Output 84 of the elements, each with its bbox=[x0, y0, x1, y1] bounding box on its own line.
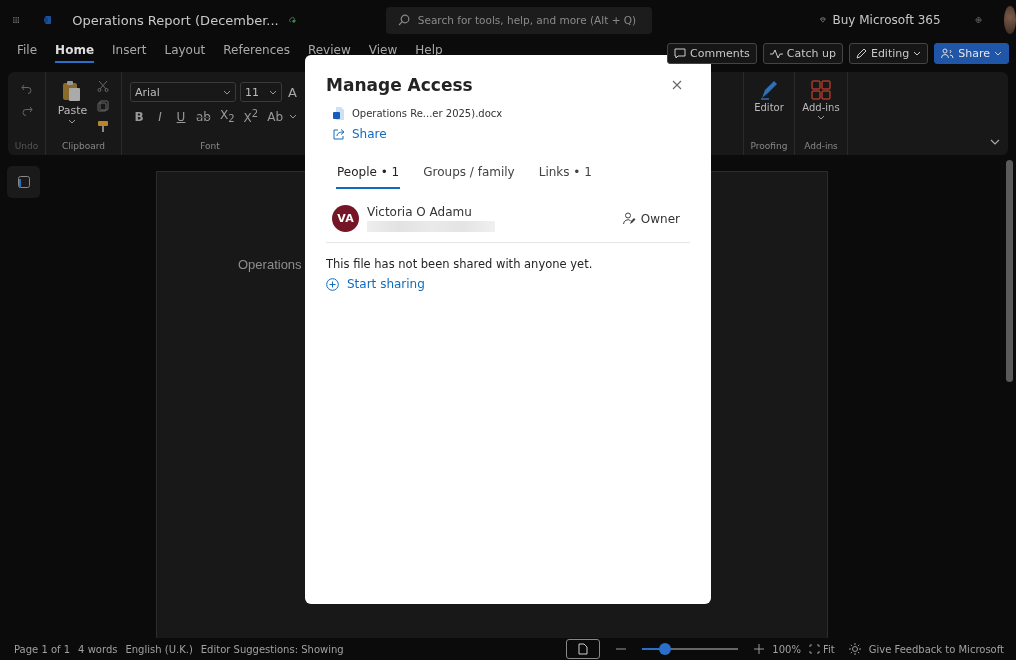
caret-icon bbox=[994, 51, 1002, 56]
format-button[interactable]: B bbox=[130, 109, 148, 124]
format-button[interactable]: X$_{2}$ bbox=[217, 108, 238, 125]
caret-icon[interactable] bbox=[289, 114, 298, 119]
clipboard-icon bbox=[62, 80, 83, 102]
dialog-tab[interactable]: Links • 1 bbox=[537, 161, 593, 189]
pencil-icon bbox=[855, 48, 867, 59]
zoom-in-icon[interactable] bbox=[754, 644, 765, 654]
search-icon bbox=[397, 13, 410, 26]
buy-link[interactable]: Buy Microsoft 365 bbox=[832, 13, 941, 27]
page-count: Page 1 of 1 bbox=[14, 643, 71, 655]
font-name-dropdown[interactable]: Arial bbox=[130, 82, 236, 102]
panel-icon bbox=[17, 176, 30, 188]
comment-icon bbox=[674, 48, 687, 59]
redo-icon[interactable] bbox=[20, 106, 33, 116]
scrollbar-thumb[interactable] bbox=[1006, 160, 1013, 382]
file-name: Operations Re...er 2025).docx bbox=[352, 108, 503, 119]
dialog-title: Manage Access bbox=[326, 75, 473, 95]
grow-font-button[interactable]: A bbox=[286, 84, 299, 100]
catch-up-button[interactable]: Catch up bbox=[762, 43, 843, 64]
font-size-dropdown[interactable]: 11 bbox=[240, 82, 282, 102]
word-count: 4 words bbox=[78, 643, 118, 655]
group-label: Clipboard bbox=[62, 141, 105, 151]
group-label: Proofing bbox=[750, 141, 788, 151]
word-file-icon bbox=[333, 107, 344, 120]
menu-tab[interactable]: File bbox=[17, 43, 38, 63]
format-button[interactable]: I bbox=[151, 109, 169, 124]
share-button[interactable]: Share bbox=[934, 43, 1009, 64]
start-sharing-link[interactable]: Start sharing bbox=[326, 277, 425, 291]
person-name: Victoria O Adamu bbox=[367, 205, 473, 219]
menu-tab[interactable]: References bbox=[223, 43, 290, 63]
menu-tab[interactable]: Insert bbox=[112, 43, 147, 63]
format-painter-icon[interactable] bbox=[97, 120, 110, 133]
navigation-pane-button[interactable] bbox=[7, 166, 40, 198]
print-layout-button[interactable] bbox=[566, 639, 601, 659]
format-button[interactable]: Ab bbox=[264, 109, 287, 124]
dialog-tab[interactable]: Groups / family bbox=[422, 161, 516, 189]
page-icon bbox=[578, 643, 589, 655]
group-label: Add-ins bbox=[804, 141, 838, 151]
close-icon[interactable] bbox=[672, 80, 682, 90]
zoom-percentage[interactable]: 100% bbox=[772, 643, 801, 655]
person-avatar: VA bbox=[332, 205, 359, 232]
caret-icon bbox=[223, 89, 231, 95]
fit-button[interactable]: Fit bbox=[808, 643, 835, 655]
format-button[interactable]: X$^{2}$ bbox=[240, 108, 262, 125]
zoom-slider[interactable] bbox=[642, 643, 739, 655]
cut-icon[interactable] bbox=[97, 80, 110, 92]
search-field[interactable]: Search for tools, help, and more (Alt + Q) bbox=[385, 6, 652, 34]
people-icon bbox=[941, 48, 955, 59]
collapse-ribbon-icon[interactable] bbox=[990, 139, 1000, 145]
undo-icon[interactable] bbox=[20, 84, 33, 94]
menu-tab[interactable]: Home bbox=[55, 43, 95, 63]
format-button[interactable]: U bbox=[172, 109, 190, 124]
pen-icon bbox=[759, 80, 779, 100]
pulse-icon bbox=[769, 48, 783, 59]
add-circle-icon bbox=[326, 277, 339, 291]
caret-icon bbox=[68, 119, 77, 124]
paste-button[interactable]: Paste bbox=[57, 80, 88, 133]
brightness-icon[interactable] bbox=[848, 643, 861, 655]
editor-button[interactable]: Editor bbox=[754, 80, 784, 113]
dialog-tab[interactable]: People • 1 bbox=[336, 161, 401, 189]
copy-icon[interactable] bbox=[97, 100, 110, 112]
document-text: Operations bbox=[238, 257, 302, 272]
language-status[interactable]: English (U.K.) bbox=[125, 643, 193, 655]
caret-icon bbox=[913, 51, 922, 56]
grid-icon bbox=[811, 80, 831, 100]
profile-avatar[interactable] bbox=[1003, 6, 1016, 34]
share-link[interactable]: Share bbox=[333, 127, 387, 141]
owner-role-button[interactable]: Owner bbox=[622, 211, 680, 226]
menu-tab[interactable]: Layout bbox=[164, 43, 206, 63]
fit-icon bbox=[808, 644, 820, 654]
editing-button[interactable]: Editing bbox=[848, 43, 929, 64]
feedback-link[interactable]: Give Feedback to Microsoft bbox=[868, 643, 1004, 655]
person-edit-icon bbox=[622, 212, 636, 225]
comments-button[interactable]: Comments bbox=[667, 43, 757, 64]
caret-icon bbox=[817, 115, 825, 120]
group-label: Font bbox=[200, 141, 220, 151]
caret-icon bbox=[269, 89, 277, 95]
add-ins-button[interactable]: Add-ins bbox=[802, 80, 840, 120]
document-title[interactable]: Operations Report (December... bbox=[72, 12, 279, 28]
diamond-icon bbox=[819, 14, 826, 26]
sharing-message: This file has not been shared with anyone yet. bbox=[326, 257, 593, 271]
editor-suggestions-status[interactable]: Editor Suggestions: Showing bbox=[200, 643, 344, 655]
share-icon bbox=[333, 128, 346, 140]
